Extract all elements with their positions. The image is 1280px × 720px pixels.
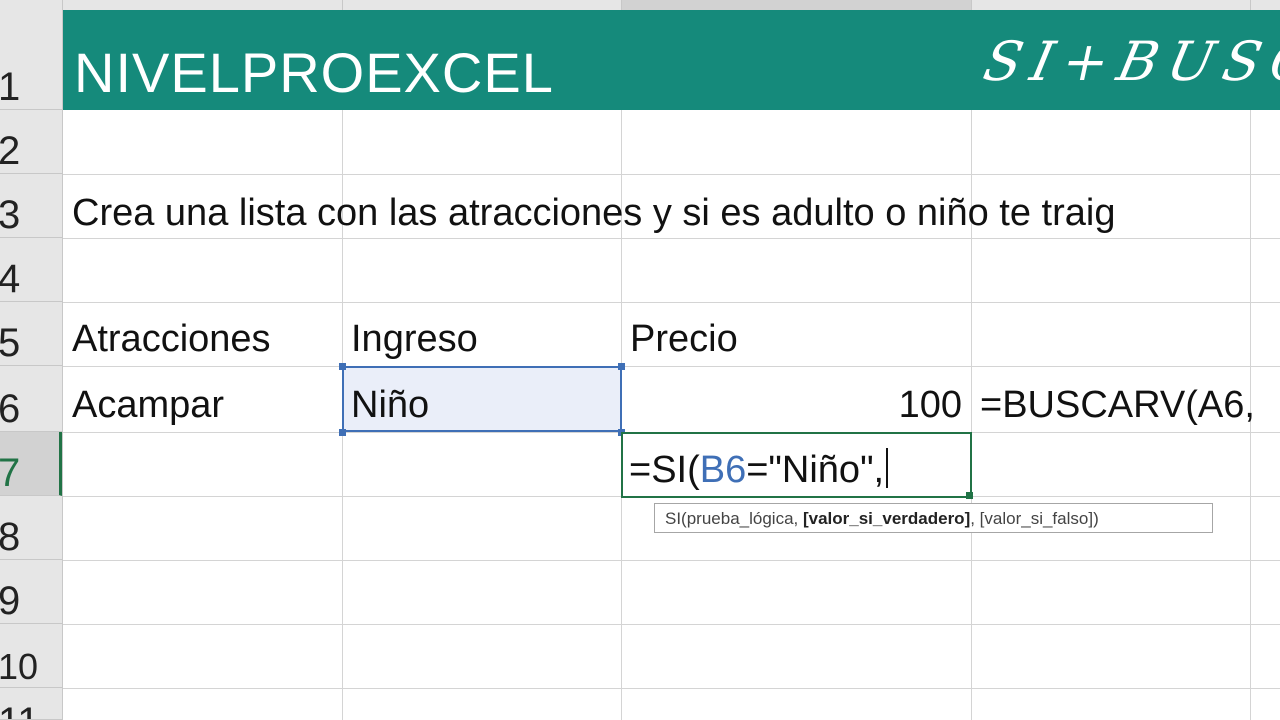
selection-handle[interactable] (339, 363, 346, 370)
column-header-a[interactable] (63, 0, 343, 10)
column-header-c[interactable] (622, 0, 972, 10)
cell-formula-input[interactable]: =SI(B6="Niño", (629, 448, 889, 492)
cell-d6[interactable]: =BUSCARV(A6, (980, 386, 1255, 424)
cell-b6[interactable]: Niño (351, 386, 429, 424)
row-number: 9 (0, 579, 21, 623)
function-argument-tooltip[interactable]: SI(prueba_lógica, [valor_si_verdadero], … (654, 503, 1213, 533)
tooltip-current-argument: [valor_si_verdadero] (802, 509, 971, 528)
tooltip-function-prefix: SI(prueba_lógica, (665, 509, 803, 528)
row-number: 7 (0, 451, 21, 495)
cell-a5[interactable]: Atracciones (72, 320, 271, 358)
cell-grid[interactable] (63, 10, 1280, 720)
selection-handle[interactable] (618, 363, 625, 370)
row-number: 4 (0, 257, 21, 301)
row-header-6[interactable]: 6 (0, 366, 62, 432)
row-number: 8 (0, 515, 21, 559)
row-header-8[interactable]: 8 (0, 496, 62, 560)
row-number: 1 (0, 65, 21, 109)
cell-c5[interactable]: Precio (630, 320, 738, 358)
selection-handle[interactable] (339, 429, 346, 436)
text-caret (886, 448, 889, 488)
row-number: 11 (0, 702, 40, 719)
row-number: 5 (0, 321, 21, 365)
banner-title: NIVELPROEXCEL (74, 41, 554, 104)
row-header-2[interactable]: 2 (0, 110, 62, 174)
row-number: 3 (0, 193, 21, 237)
formula-cell-reference: B6 (699, 449, 747, 491)
tooltip-remaining-arguments: , [valor_si_falso]) (970, 509, 1099, 528)
row-header-4[interactable]: 4 (0, 238, 62, 302)
cell-b5[interactable]: Ingreso (351, 320, 478, 358)
row-header-3[interactable]: 3 (0, 174, 62, 238)
active-cell-c7[interactable]: =SI(B6="Niño", (621, 432, 972, 498)
row-header-10[interactable]: 10 (0, 624, 62, 688)
fill-handle[interactable] (966, 492, 973, 499)
formula-prefix: =SI( (629, 449, 700, 491)
row-header-7[interactable]: 7 (0, 432, 62, 496)
column-header-b[interactable] (343, 0, 622, 10)
row-number: 2 (0, 129, 21, 173)
row-header-5[interactable]: 5 (0, 302, 62, 366)
banner-script-text: SI+BUSCA (978, 30, 1280, 93)
row-number: 10 (0, 646, 39, 687)
select-all-corner[interactable] (0, 0, 63, 10)
row-header-1[interactable]: 1 (0, 10, 62, 110)
row-number: 6 (0, 387, 21, 431)
cell-a6[interactable]: Acampar (72, 386, 224, 424)
formula-suffix: ="Niño", (746, 449, 885, 491)
cell-a3[interactable]: Crea una lista con las atracciones y si … (72, 194, 1115, 232)
row-header-9[interactable]: 9 (0, 560, 62, 624)
row-header-11[interactable]: 11 (0, 688, 62, 720)
column-header-d[interactable] (972, 0, 1251, 10)
cell-c6[interactable]: 100 (622, 386, 962, 424)
